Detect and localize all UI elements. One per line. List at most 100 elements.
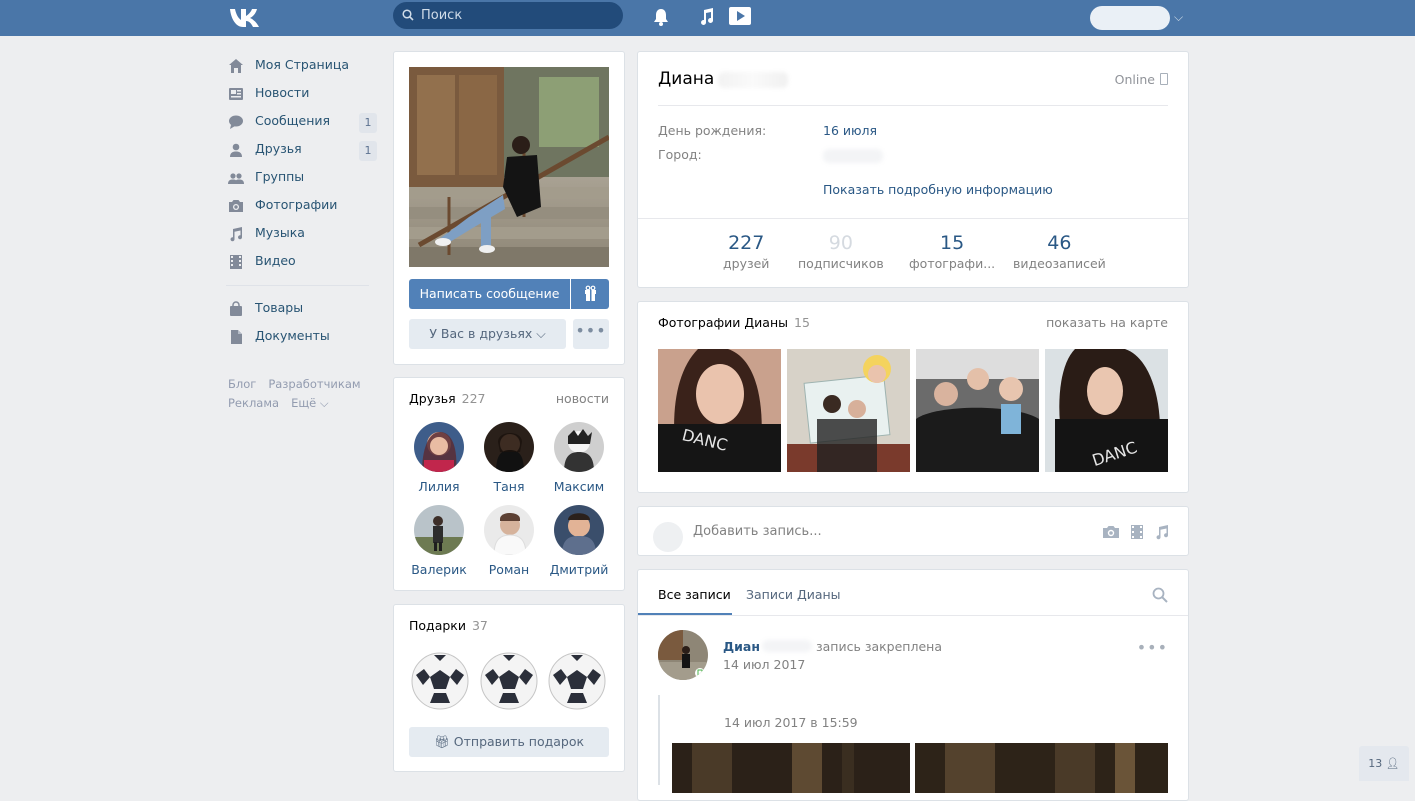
my-avatar-redacted — [653, 522, 683, 552]
pinned-note: запись закреплена — [816, 639, 942, 654]
nav-item-documents[interactable]: Документы — [226, 323, 376, 351]
search-icon — [402, 9, 414, 21]
bell-icon[interactable] — [651, 7, 671, 27]
music-icon[interactable] — [1153, 524, 1171, 540]
new-post-input[interactable]: Добавить запись... — [693, 524, 822, 539]
home-icon — [229, 59, 243, 73]
profile-avatar[interactable] — [409, 67, 609, 267]
camera-icon — [229, 200, 243, 212]
footer-link-more[interactable]: Ещё ⌵ — [291, 396, 329, 410]
tab-own-posts[interactable]: Записи Дианы — [746, 587, 841, 602]
nav-item-video[interactable]: Видео — [226, 248, 376, 276]
search-box[interactable]: Поиск — [393, 2, 623, 29]
messages-count-badge: 1 — [359, 113, 377, 133]
user-menu[interactable]: ⌵ — [1090, 6, 1190, 30]
chevron-down-icon: ⌵ — [1174, 10, 1184, 24]
profile-surname-redacted — [718, 72, 788, 88]
photo-thumbnail[interactable]: DANC — [1045, 349, 1168, 472]
nav-item-goods[interactable]: Товары — [226, 295, 376, 323]
friend-item[interactable]: Роман — [474, 505, 544, 577]
gifts-card-title[interactable]: Подарки 37 — [409, 618, 488, 633]
photo-thumbnail[interactable] — [916, 349, 1039, 472]
nav-item-photos[interactable]: Фотографии — [226, 192, 376, 220]
photos-card-title[interactable]: Фотографии Дианы 15 — [658, 315, 810, 330]
profile-name: Диана — [658, 69, 715, 89]
video-icon[interactable] — [1128, 524, 1146, 540]
city-label: Город: — [658, 147, 702, 162]
friend-name: Максим — [553, 479, 605, 494]
friend-item[interactable]: Максим — [544, 422, 614, 494]
search-icon[interactable] — [1152, 587, 1168, 603]
write-message-button[interactable]: Написать сообщение — [409, 279, 570, 309]
photo-thumbnail[interactable]: DANC — [658, 349, 781, 472]
counter-photos[interactable]: 15 фотографи... — [909, 232, 995, 271]
friend-avatar — [484, 505, 534, 555]
video-play-icon[interactable] — [728, 5, 752, 27]
show-on-map-link[interactable]: показать на карте — [1046, 315, 1168, 330]
post-author-name[interactable]: Диан — [723, 639, 760, 654]
nav-item-news[interactable]: Новости — [226, 80, 376, 108]
city-value-redacted[interactable] — [823, 149, 883, 163]
camera-icon[interactable] — [1102, 524, 1120, 540]
friend-avatar — [414, 505, 464, 555]
wall-feed-card: Все записи Записи Дианы Диан запись закр… — [637, 569, 1189, 801]
photo-thumbnail[interactable] — [787, 349, 910, 472]
tab-all-posts[interactable]: Все записи — [658, 587, 731, 602]
repost-indicator-line — [658, 695, 660, 785]
vk-logo-icon[interactable] — [228, 5, 262, 29]
friends-card-title[interactable]: Друзья 227 — [409, 391, 486, 406]
person-icon: 👤︎ — [1385, 757, 1400, 770]
counter-followers[interactable]: 90 подписчиков — [798, 232, 884, 271]
gift-button[interactable] — [571, 279, 609, 309]
friends-card: Друзья 227 новости Лилия Таня Максим Вале… — [393, 377, 625, 591]
counter-friends[interactable]: 227 друзей — [723, 232, 769, 271]
friends-status-button[interactable]: У Вас в друзьях ⌵ — [409, 319, 566, 349]
soccer-ball-gift-icon[interactable] — [547, 651, 607, 711]
online-status: Online — [1115, 72, 1168, 87]
footer-link-blog[interactable]: Блог — [228, 377, 256, 391]
show-details-link[interactable]: Показать подробную информацию — [823, 182, 1053, 197]
search-input[interactable]: Поиск — [421, 8, 462, 23]
friends-count-badge: 1 — [359, 141, 377, 161]
post-menu-dots-icon[interactable]: ••• — [1137, 638, 1168, 657]
divider — [638, 218, 1188, 219]
divider — [658, 105, 1168, 106]
friend-item[interactable]: Валерик — [404, 505, 474, 577]
post-author-surname-redacted — [762, 640, 812, 652]
friend-item[interactable]: Таня — [474, 422, 544, 494]
friend-avatar — [414, 422, 464, 472]
left-nav: Моя Страница Новости Сообщения 1 Друзья … — [226, 52, 377, 351]
document-icon — [231, 330, 242, 344]
nav-item-messages[interactable]: Сообщения 1 — [226, 108, 377, 136]
online-friends-badge[interactable]: 13 👤︎ — [1359, 746, 1409, 781]
more-actions-button[interactable]: ••• — [573, 319, 609, 349]
music-note-icon[interactable] — [697, 7, 717, 27]
soccer-ball-gift-icon[interactable] — [410, 651, 470, 711]
birthday-value[interactable]: 16 июля — [823, 123, 877, 138]
friend-item[interactable]: Дмитрий — [544, 505, 614, 577]
soccer-ball-gift-icon[interactable] — [479, 651, 539, 711]
friend-name: Дмитрий — [549, 562, 609, 577]
send-gift-button[interactable]: 🎁︎ Отправить подарок — [409, 727, 609, 757]
nav-item-groups[interactable]: Группы — [226, 164, 376, 192]
footer-links: Блог Разработчикам Реклама Ещё ⌵ — [228, 375, 378, 413]
video-icon — [230, 255, 242, 269]
nav-item-my-page[interactable]: Моя Страница — [226, 52, 376, 80]
profile-info-card: Диана Online День рождения: 16 июля Горо… — [637, 51, 1189, 288]
post-image[interactable] — [915, 743, 1168, 793]
friend-item[interactable]: Лилия — [404, 422, 474, 494]
post-author-avatar[interactable] — [658, 630, 708, 680]
footer-link-ads[interactable]: Реклама — [228, 396, 279, 410]
bag-icon — [230, 301, 242, 316]
repost-date[interactable]: 14 июл 2017 в 15:59 — [724, 715, 858, 730]
nav-item-friends[interactable]: Друзья 1 — [226, 136, 377, 164]
friend-name: Лилия — [418, 479, 460, 494]
nav-item-music[interactable]: Музыка — [226, 220, 376, 248]
friends-news-link[interactable]: новости — [556, 391, 609, 406]
post-image[interactable] — [672, 743, 910, 793]
groups-icon — [228, 173, 244, 184]
footer-link-developers[interactable]: Разработчикам — [268, 377, 360, 391]
counter-videos[interactable]: 46 видеозаписей — [1013, 232, 1106, 271]
post-date[interactable]: 14 июл 2017 — [723, 657, 805, 672]
friends-icon — [230, 143, 242, 157]
